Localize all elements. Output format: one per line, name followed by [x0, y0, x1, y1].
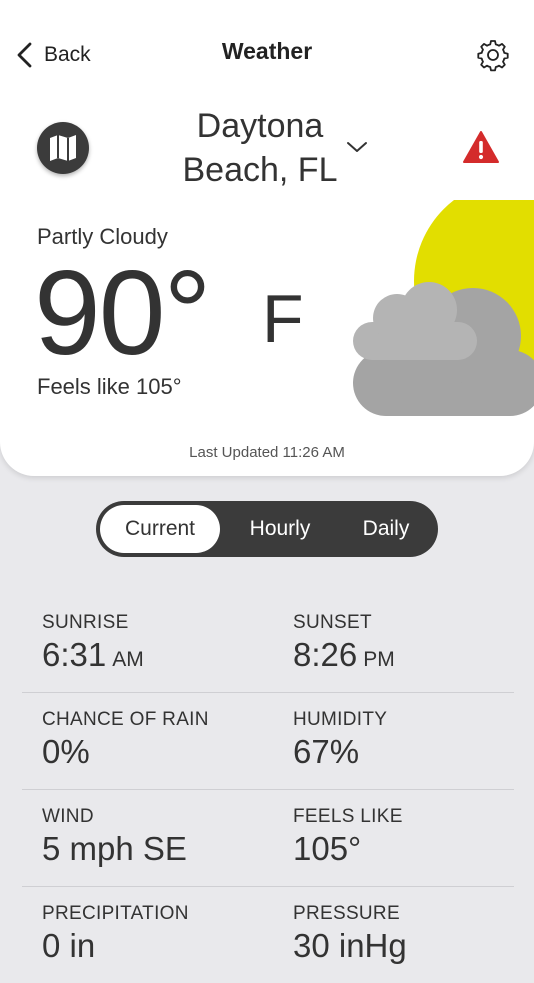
tab-daily[interactable]: Daily [336, 505, 436, 553]
stat-label: PRESSURE [293, 903, 400, 924]
precipitation-stat: PRECIPITATION 0 in [42, 903, 189, 965]
stat-value: 8:26 PM [293, 636, 395, 673]
partly-cloudy-icon [353, 200, 534, 416]
stat-label: PRECIPITATION [42, 903, 189, 924]
stat-value: 67% [293, 733, 360, 770]
last-updated-text: Last Updated 11:26 AM [189, 444, 345, 461]
pressure-stat: PRESSURE 30 inHg [293, 903, 407, 965]
stats-row: PRECIPITATION 0 in PRESSURE 30 inHg [22, 887, 514, 983]
stat-value: 5 mph SE [42, 830, 187, 867]
chevron-down-icon[interactable] [344, 134, 370, 160]
stat-value: 30 inHg [293, 927, 407, 964]
tab-hourly[interactable]: Hourly [224, 505, 336, 553]
stat-label: SUNRISE [42, 612, 129, 633]
location-selector[interactable]: Daytona Beach, FL [160, 104, 360, 192]
stat-label: SUNSET [293, 612, 372, 633]
stat-label: HUMIDITY [293, 709, 388, 730]
warning-icon[interactable] [462, 130, 500, 164]
stat-label: WIND [42, 806, 94, 827]
humidity-stat: HUMIDITY 67% [293, 709, 387, 771]
feels-like-text: Feels like 105° [37, 374, 182, 399]
stat-value: 105° [293, 830, 362, 867]
chance-of-rain-stat: CHANCE OF RAIN 0% [42, 709, 209, 771]
stat-value: 0% [42, 733, 90, 770]
stats-list: SUNRISE 6:31 AM SUNSET 8:26 PM CHANCE OF R… [22, 596, 514, 983]
stat-label: CHANCE OF RAIN [42, 709, 209, 730]
page-title: Weather [221, 38, 313, 64]
stat-label: FEELS LIKE [293, 806, 403, 827]
sunset-stat: SUNSET 8:26 PM [293, 612, 395, 674]
gear-icon[interactable] [476, 38, 510, 72]
map-icon [50, 135, 76, 161]
wind-stat: WIND 5 mph SE [42, 806, 187, 868]
stats-row: WIND 5 mph SE FEELS LIKE 105° [22, 790, 514, 887]
temperature-value: 90° [34, 246, 211, 380]
stat-value: 6:31 AM [42, 636, 144, 673]
current-conditions-card: Back Weather Daytona Beach, FL Partly Cl… [0, 0, 534, 476]
tab-current[interactable]: Current [100, 505, 220, 553]
temperature-unit: F [262, 281, 304, 357]
forecast-segmented-control: Current Hourly Daily [96, 501, 438, 557]
stats-row: CHANCE OF RAIN 0% HUMIDITY 67% [22, 693, 514, 790]
sunrise-stat: SUNRISE 6:31 AM [42, 612, 144, 674]
feels-like-stat: FEELS LIKE 105° [293, 806, 403, 868]
map-button[interactable] [37, 122, 89, 174]
stat-value: 0 in [42, 927, 96, 964]
stats-row: SUNRISE 6:31 AM SUNSET 8:26 PM [22, 596, 514, 693]
